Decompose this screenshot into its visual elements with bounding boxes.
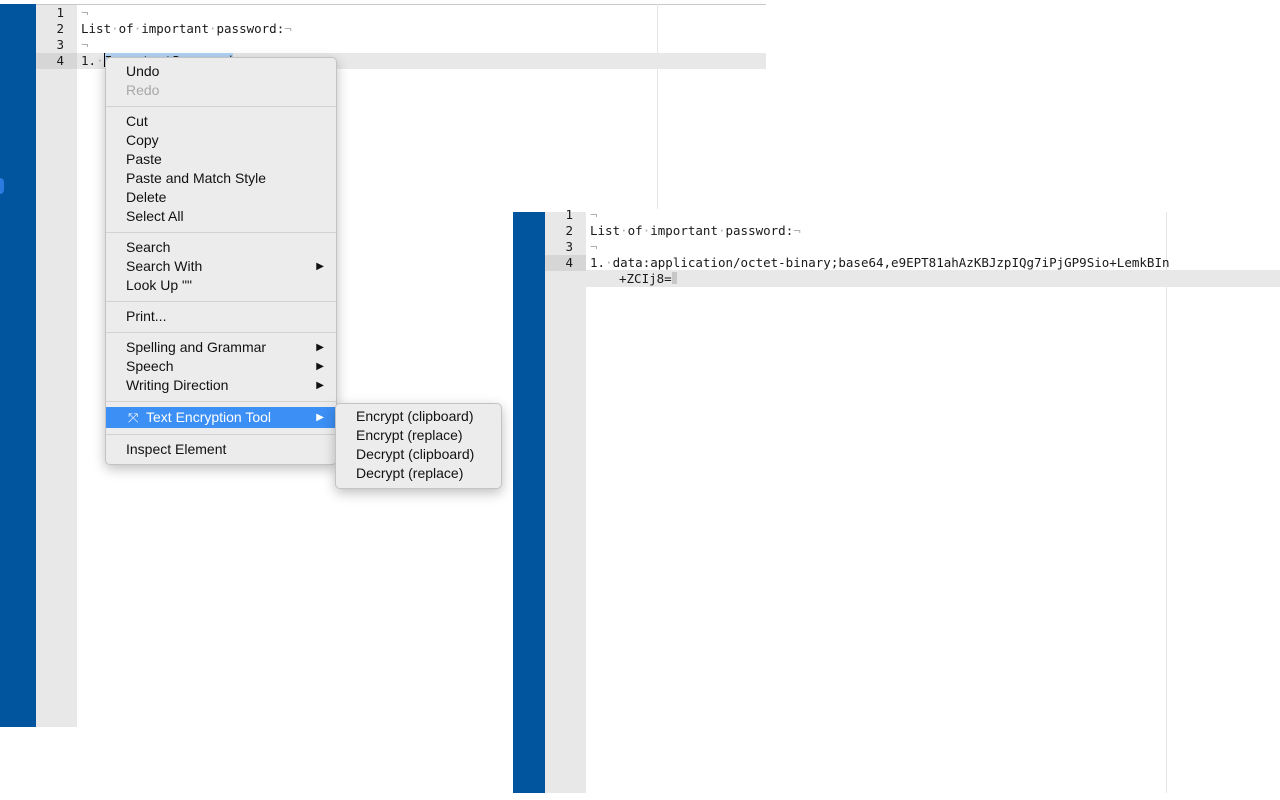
submenu-item-encrypt-clipboard[interactable]: Encrypt (clipboard) (336, 407, 501, 426)
editor2-page-guide (1166, 212, 1167, 793)
word: of (628, 223, 643, 238)
line-number: 2 (36, 21, 64, 37)
menu-item-search[interactable]: Search (106, 238, 336, 257)
menu-item-paste[interactable]: Paste (106, 150, 336, 169)
menu-item-speech[interactable]: Speech▶ (106, 357, 336, 376)
pilcrow: ¬ (590, 207, 598, 222)
menu-item-inspect-element[interactable]: Inspect Element (106, 440, 336, 459)
submenu-item-decrypt-replace[interactable]: Decrypt (replace) (336, 464, 501, 483)
editor1-sidebar (0, 4, 36, 727)
text-line-1[interactable]: ¬ (81, 5, 89, 21)
word: password: (726, 223, 794, 238)
line-number: 3 (36, 37, 64, 53)
editor2-sidebar (513, 212, 545, 793)
encryption-tool-icon: ⤧ (128, 407, 138, 428)
menu-item-cut[interactable]: Cut (106, 112, 336, 131)
text-line-2[interactable]: List·of·important·password:¬ (590, 223, 801, 239)
menu-item-paste-and-match-style[interactable]: Paste and Match Style (106, 169, 336, 188)
text-line-2[interactable]: List·of·important·password:¬ (81, 21, 292, 37)
submenu-arrow-icon: ▶ (316, 257, 324, 276)
editor1-sidebar-handle[interactable] (0, 178, 4, 194)
pilcrow: ¬ (81, 37, 89, 52)
submenu-item-decrypt-clipboard[interactable]: Decrypt (clipboard) (336, 445, 501, 464)
menu-item-spelling-and-grammar[interactable]: Spelling and Grammar▶ (106, 338, 336, 357)
word: List (590, 223, 620, 238)
pilcrow: ¬ (284, 21, 292, 36)
menu-separator (106, 434, 336, 435)
word: important (141, 21, 209, 36)
pilcrow: ¬ (81, 5, 89, 20)
submenu-arrow-icon: ▶ (316, 338, 324, 357)
menu-item-writing-direction[interactable]: Writing Direction▶ (106, 376, 336, 395)
encryption-submenu: Encrypt (clipboard) Encrypt (replace) De… (335, 403, 502, 489)
line-number: 4 (545, 255, 573, 271)
menu-item-look-up[interactable]: Look Up "" (106, 276, 336, 295)
text-cursor (672, 272, 677, 284)
menu-item-copy[interactable]: Copy (106, 131, 336, 150)
word: password: (217, 21, 285, 36)
context-menu: Undo Redo Cut Copy Paste Paste and Match… (105, 57, 337, 465)
line-number: 4 (36, 53, 64, 69)
pilcrow: ¬ (590, 239, 598, 254)
menu-separator (106, 332, 336, 333)
encrypted-data-wrap: +ZCIj8= (619, 271, 672, 286)
menu-separator (106, 232, 336, 233)
line-number: 3 (545, 239, 573, 255)
list-prefix: 1. (590, 255, 605, 270)
line-number: 1 (545, 207, 573, 223)
menu-item-print[interactable]: Print... (106, 307, 336, 326)
word: List (81, 21, 111, 36)
pilcrow: ¬ (793, 223, 801, 238)
menu-item-redo: Redo (106, 81, 336, 100)
submenu-arrow-icon: ▶ (316, 357, 324, 376)
word: of (119, 21, 134, 36)
menu-item-select-all[interactable]: Select All (106, 207, 336, 226)
encrypted-data: data:application/octet-binary;base64,e9E… (613, 255, 1170, 270)
menu-separator (106, 301, 336, 302)
menu-item-search-with[interactable]: Search With▶ (106, 257, 336, 276)
submenu-arrow-icon: ▶ (316, 376, 324, 395)
text-line-4[interactable]: 1.·data:application/octet-binary;base64,… (590, 255, 1170, 271)
line-number: 2 (545, 223, 573, 239)
submenu-arrow-icon: ▶ (316, 407, 324, 428)
submenu-item-encrypt-replace[interactable]: Encrypt (replace) (336, 426, 501, 445)
editor1-page-guide (657, 4, 658, 209)
menu-item-undo[interactable]: Undo (106, 62, 336, 81)
editor2-current-line-highlight (586, 270, 1280, 287)
text-line-4-wrap[interactable]: +ZCIj8= (619, 271, 677, 287)
word: important (650, 223, 718, 238)
editor2-gutter (545, 212, 586, 793)
list-prefix: 1. (81, 53, 96, 68)
menu-item-delete[interactable]: Delete (106, 188, 336, 207)
line-number: 1 (36, 5, 64, 21)
text-line-3[interactable]: ¬ (81, 37, 89, 53)
menu-separator (106, 401, 336, 402)
menu-item-text-encryption-tool[interactable]: ⤧Text Encryption Tool▶ (106, 407, 336, 428)
editor1-gutter (36, 4, 77, 727)
menu-separator (106, 106, 336, 107)
text-line-1[interactable]: ¬ (590, 207, 598, 223)
text-line-3[interactable]: ¬ (590, 239, 598, 255)
